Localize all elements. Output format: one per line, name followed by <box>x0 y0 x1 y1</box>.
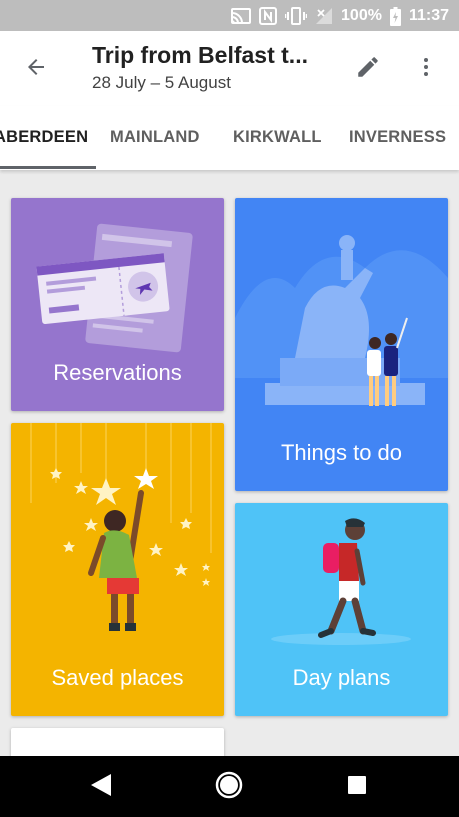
edit-button[interactable] <box>346 47 390 91</box>
more-vert-icon <box>414 55 438 84</box>
nav-recents-button[interactable] <box>334 764 380 810</box>
pencil-icon <box>355 54 381 85</box>
system-nav-bar <box>0 756 459 817</box>
tab-aberdeen[interactable]: ABERDEEN <box>0 106 88 170</box>
status-icons: 100% 11:37 <box>231 6 449 26</box>
tab-kirkwall[interactable]: KIRKWALL <box>233 106 322 170</box>
tab-inverness[interactable]: INVERNESS <box>349 106 446 170</box>
things-to-do-card[interactable]: Things to do <box>235 198 448 491</box>
saved-places-card[interactable]: Saved places <box>11 423 224 716</box>
trip-dates: 28 July – 5 August <box>92 73 231 92</box>
battery-percent: 100% <box>341 7 382 24</box>
battery-charging-icon <box>389 6 401 26</box>
additional-card[interactable] <box>11 728 224 756</box>
status-bar: 100% 11:37 <box>0 0 459 31</box>
day-plans-card[interactable]: Day plans <box>235 503 448 716</box>
tab-mainland[interactable]: MAINLAND <box>110 106 200 170</box>
page-title: Trip from Belfast t... <box>92 42 308 68</box>
more-options-button[interactable] <box>404 47 448 91</box>
no-signal-icon <box>315 7 333 25</box>
things-to-do-label: Things to do <box>280 440 403 465</box>
square-recents-icon <box>347 775 367 800</box>
vibrate-icon <box>285 7 308 25</box>
back-button[interactable] <box>14 47 58 91</box>
triangle-back-icon <box>90 773 112 802</box>
clock: 11:37 <box>408 7 449 24</box>
saved-places-label: Saved places <box>51 665 184 690</box>
nav-back-button[interactable] <box>78 764 124 810</box>
destination-tabs: ABERDEEN MAINLAND KIRKWALL INVERNESS <box>0 106 459 170</box>
cast-icon <box>231 8 252 24</box>
reservations-label: Reservations <box>53 360 182 385</box>
nav-home-button[interactable] <box>206 764 252 810</box>
nfc-icon <box>259 7 278 25</box>
arrow-back-icon <box>24 55 48 84</box>
reservations-card[interactable]: Reservations <box>11 198 224 411</box>
active-tab-indicator <box>0 166 96 169</box>
day-plans-label: Day plans <box>292 665 391 690</box>
circle-home-icon <box>214 770 244 805</box>
app-bar: Trip from Belfast t... 28 July – 5 Augus… <box>0 31 459 106</box>
trip-categories: Reservations Things to do Saved places D… <box>0 170 459 756</box>
